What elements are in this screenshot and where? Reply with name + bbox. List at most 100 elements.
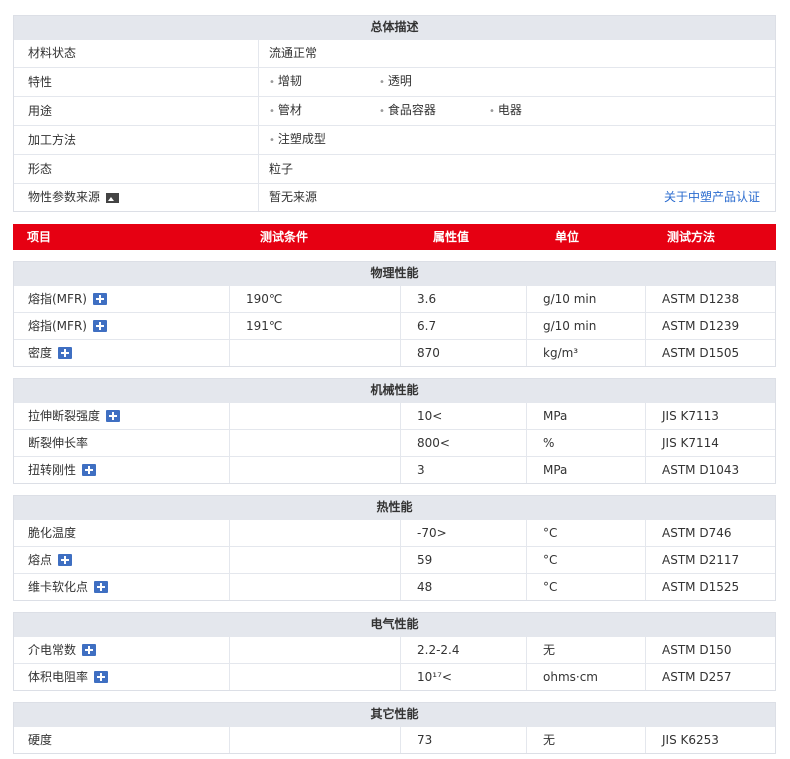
item-label: 扭转刚性 bbox=[28, 463, 77, 477]
add-compare-icon[interactable] bbox=[58, 347, 73, 359]
condition-cell bbox=[230, 637, 401, 663]
condition-cell bbox=[230, 430, 401, 456]
overview-row-source: 物性参数来源 暂无来源 关于中塑产品认证 bbox=[14, 183, 775, 211]
condition-cell bbox=[230, 664, 401, 690]
unit-cell: °C bbox=[527, 547, 646, 573]
property-section: 其它性能 硬度 73 无 JIS K6253 bbox=[13, 702, 776, 754]
certification-link[interactable]: 关于中塑产品认证 bbox=[664, 184, 760, 211]
overview-label: 材料状态 bbox=[14, 40, 259, 67]
condition-cell bbox=[230, 520, 401, 546]
unit-cell: kg/m³ bbox=[527, 340, 646, 366]
overview-title: 总体描述 bbox=[14, 16, 775, 39]
condition-cell bbox=[230, 547, 401, 573]
overview-label-cell: 物性参数来源 bbox=[14, 184, 259, 211]
section-title: 物理性能 bbox=[14, 262, 775, 285]
item-cell: 熔指(MFR) bbox=[14, 313, 230, 339]
add-compare-icon[interactable] bbox=[82, 464, 97, 476]
value-cell: 800< bbox=[401, 430, 527, 456]
add-compare-icon[interactable] bbox=[82, 644, 97, 656]
value-cell: 10¹⁷< bbox=[401, 664, 527, 690]
item-cell: 硬度 bbox=[14, 727, 230, 753]
processing-tag[interactable]: 注塑成型 bbox=[269, 125, 326, 155]
method-cell: JIS K7114 bbox=[662, 436, 719, 450]
column-header-value: 属性值 bbox=[433, 230, 470, 244]
unit-cell: ohms·cm bbox=[527, 664, 646, 690]
use-tag[interactable]: 电器 bbox=[489, 96, 522, 126]
overview-table: 总体描述 材料状态 流通正常 特性 增韧 透明 用途 管材 食品容器 电器 加工… bbox=[13, 15, 776, 212]
property-section: 热性能 脆化温度 -70> °C ASTM D746 熔点 59 °C ASTM D2117 维卡… bbox=[13, 495, 776, 601]
unit-cell: % bbox=[527, 430, 646, 456]
overview-row-features: 特性 增韧 透明 bbox=[14, 67, 775, 96]
tag-cell: 食品容器 bbox=[379, 96, 489, 126]
table-row: 拉伸断裂强度 10< MPa JIS K7113 bbox=[14, 402, 775, 429]
feature-tag[interactable]: 透明 bbox=[379, 67, 412, 97]
item-cell: 脆化温度 bbox=[14, 520, 230, 546]
condition-cell bbox=[230, 403, 401, 429]
use-tag[interactable]: 食品容器 bbox=[379, 96, 436, 126]
item-label: 介电常数 bbox=[28, 643, 77, 657]
add-compare-icon[interactable] bbox=[92, 320, 107, 332]
tag-cell: 管材 bbox=[269, 96, 379, 126]
datasheet: 总体描述 材料状态 流通正常 特性 增韧 透明 用途 管材 食品容器 电器 加工… bbox=[13, 15, 776, 754]
tag-cell: 电器 bbox=[489, 96, 599, 126]
item-cell: 扭转刚性 bbox=[14, 457, 230, 483]
overview-value-cell: 暂无来源 关于中塑产品认证 bbox=[259, 184, 775, 211]
table-row: 硬度 73 无 JIS K6253 bbox=[14, 726, 775, 753]
item-label: 维卡软化点 bbox=[28, 580, 89, 594]
add-compare-icon[interactable] bbox=[58, 554, 73, 566]
table-row: 脆化温度 -70> °C ASTM D746 bbox=[14, 519, 775, 546]
condition-cell: 190℃ bbox=[230, 286, 401, 312]
item-label: 熔指(MFR) bbox=[28, 319, 87, 333]
column-header-bar: 项目 测试条件 属性值 单位 测试方法 bbox=[13, 224, 776, 250]
property-section: 机械性能 拉伸断裂强度 10< MPa JIS K7113 断裂伸长率 800<% JIS K… bbox=[13, 378, 776, 484]
add-compare-icon[interactable] bbox=[106, 410, 121, 422]
item-cell: 熔指(MFR) bbox=[14, 286, 230, 312]
tag-cell: 透明 bbox=[379, 67, 489, 97]
value-cell: 48 bbox=[401, 574, 527, 600]
column-header-condition: 测试条件 bbox=[260, 230, 309, 244]
method-cell: ASTM D1239 bbox=[662, 319, 740, 333]
feature-tag[interactable]: 增韧 bbox=[269, 67, 302, 97]
value-cell: 6.7 bbox=[401, 313, 527, 339]
method-cell: ASTM D257 bbox=[662, 670, 732, 684]
value-cell: 59 bbox=[401, 547, 527, 573]
condition-cell bbox=[230, 457, 401, 483]
method-cell: ASTM D1043 bbox=[662, 463, 740, 477]
item-cell: 体积电阻率 bbox=[14, 664, 230, 690]
add-compare-icon[interactable] bbox=[92, 293, 107, 305]
overview-tags: 管材 食品容器 电器 bbox=[259, 97, 775, 125]
unit-cell: 无 bbox=[527, 637, 646, 663]
add-compare-icon[interactable] bbox=[94, 671, 109, 683]
overview-row-material-status: 材料状态 流通正常 bbox=[14, 39, 775, 67]
unit-cell: MPa bbox=[527, 403, 646, 429]
method-cell: ASTM D1238 bbox=[662, 292, 740, 306]
item-cell: 介电常数 bbox=[14, 637, 230, 663]
value-cell: -70> bbox=[401, 520, 527, 546]
item-label: 密度 bbox=[28, 346, 53, 360]
section-title: 其它性能 bbox=[14, 703, 775, 726]
column-header-item: 项目 bbox=[27, 230, 52, 244]
unit-cell: 无 bbox=[527, 727, 646, 753]
table-row: 熔指(MFR) 191℃ 6.7 g/10 min ASTM D1239 bbox=[14, 312, 775, 339]
table-row: 熔点 59 °C ASTM D2117 bbox=[14, 546, 775, 573]
table-row: 体积电阻率 10¹⁷< ohms·cm ASTM D257 bbox=[14, 663, 775, 690]
section-title: 电气性能 bbox=[14, 613, 775, 636]
overview-value: 粒子 bbox=[269, 162, 294, 176]
unit-cell: °C bbox=[527, 574, 646, 600]
condition-cell bbox=[230, 574, 401, 600]
item-cell: 密度 bbox=[14, 340, 230, 366]
method-cell: ASTM D2117 bbox=[662, 553, 740, 567]
unit-cell: °C bbox=[527, 520, 646, 546]
overview-tags: 注塑成型 bbox=[259, 126, 775, 154]
item-label: 拉伸断裂强度 bbox=[28, 409, 101, 423]
overview-tags: 增韧 透明 bbox=[259, 68, 775, 96]
use-tag[interactable]: 管材 bbox=[269, 96, 302, 126]
item-label: 断裂伸长率 bbox=[28, 436, 89, 450]
overview-value: 暂无来源 bbox=[269, 190, 318, 204]
table-row: 维卡软化点 48 °C ASTM D1525 bbox=[14, 573, 775, 600]
item-label: 硬度 bbox=[28, 733, 53, 747]
table-row: 熔指(MFR) 190℃ 3.6 g/10 min ASTM D1238 bbox=[14, 285, 775, 312]
image-icon[interactable] bbox=[106, 192, 120, 203]
table-row: 断裂伸长率 800<% JIS K7114 bbox=[14, 429, 775, 456]
add-compare-icon[interactable] bbox=[94, 581, 109, 593]
